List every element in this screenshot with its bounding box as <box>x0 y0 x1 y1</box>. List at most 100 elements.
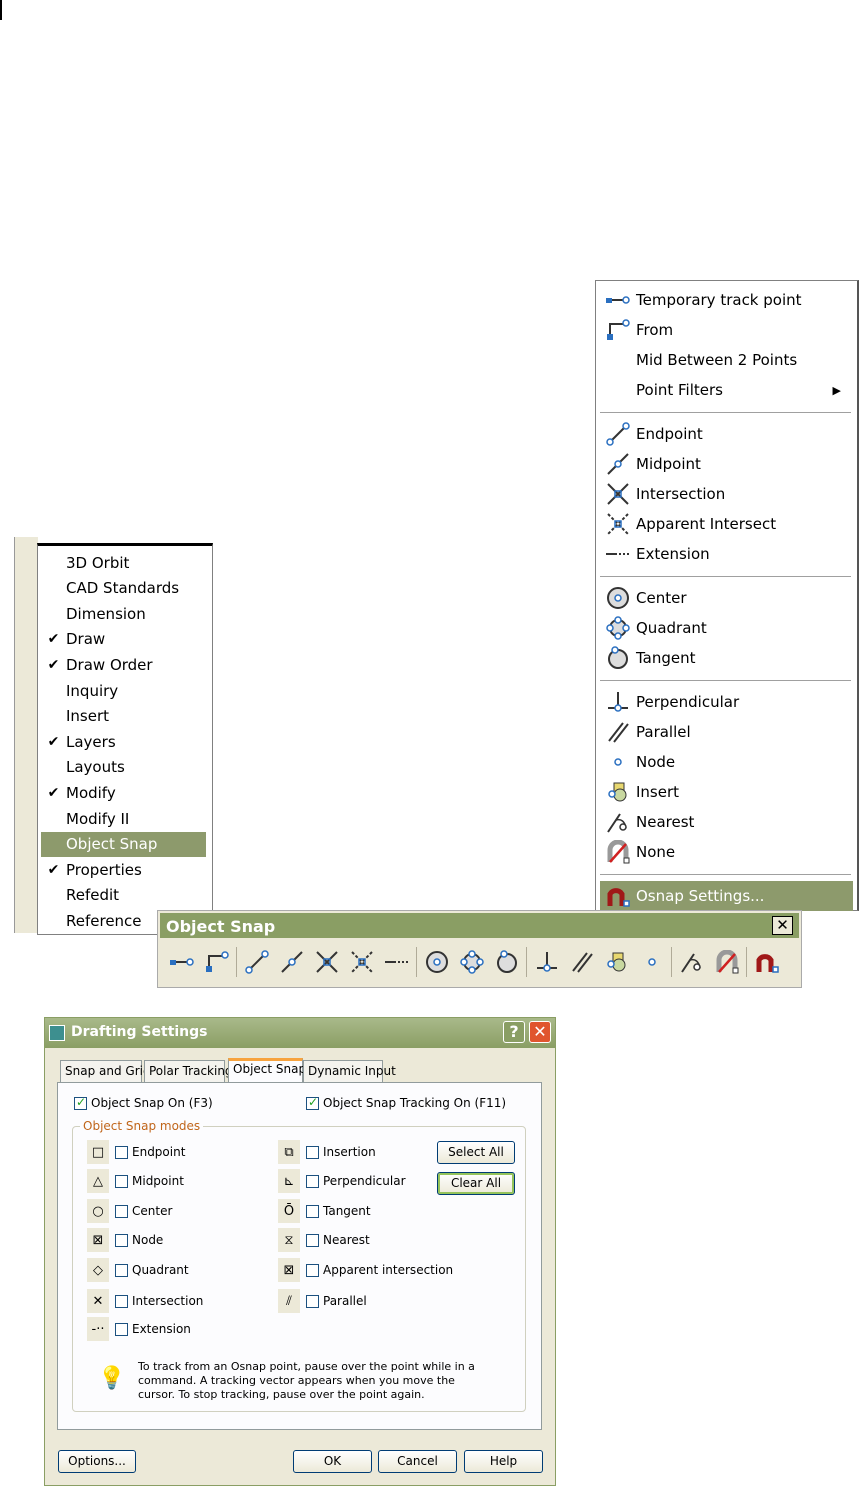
insert-icon <box>600 777 636 807</box>
endpoint-icon[interactable] <box>239 946 274 978</box>
tangent-icon[interactable] <box>489 946 524 978</box>
menu-item-endpoint[interactable]: Endpoint <box>600 419 853 449</box>
insert-icon[interactable] <box>599 946 634 978</box>
menu-item-midpoint[interactable]: Midpoint <box>600 449 853 479</box>
tangent-icon <box>600 643 636 673</box>
mode-apparent-intersection[interactable]: ⊠ Apparent intersection <box>278 1258 453 1282</box>
toolbar-menu-item-dimension[interactable]: Dimension <box>41 601 206 626</box>
checkbox[interactable] <box>74 1095 87 1110</box>
tab-dynamic-input[interactable]: Dynamic Input <box>303 1060 396 1082</box>
help-button[interactable]: Help <box>464 1450 543 1473</box>
menu-item-quadrant[interactable]: Quadrant <box>600 613 853 643</box>
checkbox[interactable] <box>115 1145 128 1159</box>
toolbar-menu-item-modify[interactable]: ✔ Modify <box>41 780 206 805</box>
toolbar-menu-item-properties[interactable]: ✔ Properties <box>41 857 206 882</box>
toolbar-menu-item-draw-order[interactable]: ✔ Draw Order <box>41 652 206 677</box>
checkbox[interactable] <box>115 1322 128 1336</box>
apparent-intersect-icon[interactable] <box>344 946 379 978</box>
help-icon[interactable]: ? <box>503 1021 525 1043</box>
menu-item-from[interactable]: From <box>600 315 853 345</box>
menu-item-tangent[interactable]: Tangent <box>600 643 853 673</box>
toolbar-menu-item-layouts[interactable]: Layouts <box>41 755 206 780</box>
checkbox[interactable] <box>306 1233 319 1247</box>
object-snap-on-checkbox[interactable]: Object Snap On (F3) <box>74 1095 213 1110</box>
menu-item-perpendicular[interactable]: Perpendicular <box>600 687 853 717</box>
menu-item-label: Tangent <box>636 649 696 667</box>
checkbox[interactable] <box>115 1263 128 1277</box>
checkbox[interactable] <box>306 1095 319 1110</box>
checkbox[interactable] <box>306 1263 319 1277</box>
menu-item-temporary-track-point[interactable]: Temporary track point <box>600 285 853 315</box>
close-icon[interactable]: ✕ <box>529 1021 551 1043</box>
checkbox[interactable] <box>306 1204 319 1218</box>
checkbox[interactable] <box>115 1294 128 1308</box>
mode-center[interactable]: ○ Center <box>87 1199 172 1223</box>
temporary-track-point-icon[interactable] <box>164 946 199 978</box>
mode-intersection[interactable]: ✕ Intersection <box>87 1289 203 1313</box>
extension-icon[interactable] <box>379 946 414 978</box>
menu-item-intersection[interactable]: Intersection <box>600 479 853 509</box>
mode-tangent[interactable]: Ō Tangent <box>278 1199 371 1223</box>
menu-item-nearest[interactable]: Nearest <box>600 807 853 837</box>
select-all-button[interactable]: Select All <box>437 1141 515 1164</box>
menu-item-osnap-settings[interactable]: Osnap Settings... <box>600 881 853 911</box>
toolbar-menu-item-cad-standards[interactable]: CAD Standards <box>41 576 206 601</box>
clear-all-button[interactable]: Clear All <box>437 1172 515 1195</box>
from-icon[interactable] <box>199 946 234 978</box>
mode-parallel[interactable]: ⫽ Parallel <box>278 1289 367 1313</box>
mode-endpoint[interactable]: □ Endpoint <box>87 1140 185 1164</box>
mode-perpendicular[interactable]: ⊾ Perpendicular <box>278 1169 406 1193</box>
tab-polar-tracking[interactable]: Polar Tracking <box>144 1060 233 1082</box>
menu-item-point-filters[interactable]: Point Filters ▶ <box>600 375 853 405</box>
center-icon[interactable] <box>419 946 454 978</box>
quadrant-marker-icon: ◇ <box>87 1258 109 1282</box>
menu-item-node[interactable]: Node <box>600 747 853 777</box>
menu-item-center[interactable]: Center <box>600 583 853 613</box>
blank-icon <box>600 345 636 375</box>
checkbox[interactable] <box>115 1204 128 1218</box>
cancel-button[interactable]: Cancel <box>378 1450 457 1473</box>
toolbar-menu-item-modify-ii[interactable]: Modify II <box>41 806 206 831</box>
parallel-icon[interactable] <box>564 946 599 978</box>
menu-item-none[interactable]: None <box>600 837 853 867</box>
none-icon[interactable] <box>709 946 744 978</box>
toolbar-title-bar[interactable]: Object Snap ✕ <box>158 911 801 940</box>
tracking-on-checkbox[interactable]: Object Snap Tracking On (F11) <box>306 1095 506 1110</box>
midpoint-icon[interactable] <box>274 946 309 978</box>
toolbar-menu-item-inquiry[interactable]: Inquiry <box>41 678 206 703</box>
options-button[interactable]: Options... <box>58 1450 136 1473</box>
toolbar-menu-item-layers[interactable]: ✔ Layers <box>41 729 206 754</box>
toolbar-menu-item-3d-orbit[interactable]: 3D Orbit <box>41 550 206 575</box>
mode-quadrant[interactable]: ◇ Quadrant <box>87 1258 189 1282</box>
menu-item-extension[interactable]: Extension <box>600 539 853 569</box>
checkmark-icon: ✔ <box>47 861 60 878</box>
toolbar-menu-item-draw[interactable]: ✔ Draw <box>41 627 206 652</box>
perpendicular-icon[interactable] <box>529 946 564 978</box>
checkbox[interactable] <box>306 1174 319 1188</box>
toolbar-menu-item-object-snap[interactable]: Object Snap <box>41 831 206 857</box>
intersection-icon[interactable] <box>309 946 344 978</box>
mode-insertion[interactable]: ⧉ Insertion <box>278 1140 376 1164</box>
node-icon[interactable] <box>634 946 669 978</box>
nearest-icon[interactable] <box>674 946 709 978</box>
mode-midpoint[interactable]: △ Midpoint <box>87 1169 184 1193</box>
checkbox[interactable] <box>115 1174 128 1188</box>
menu-item-parallel[interactable]: Parallel <box>600 717 853 747</box>
toolbar-menu-item-refedit[interactable]: Refedit <box>41 883 206 908</box>
checkbox[interactable] <box>306 1145 319 1159</box>
osnap-settings-icon[interactable] <box>749 946 784 978</box>
menu-item-apparent-intersect[interactable]: Apparent Intersect <box>600 509 853 539</box>
mode-nearest[interactable]: ⧖ Nearest <box>278 1228 370 1252</box>
menu-item-insert[interactable]: Insert <box>600 777 853 807</box>
checkbox[interactable] <box>115 1233 128 1247</box>
checkbox[interactable] <box>306 1294 319 1308</box>
close-icon[interactable]: ✕ <box>772 916 793 935</box>
quadrant-icon[interactable] <box>454 946 489 978</box>
tab-object-snap[interactable]: Object Snap <box>228 1058 306 1083</box>
mode-extension[interactable]: -·· Extension <box>87 1317 191 1341</box>
tab-snap-and-grid[interactable]: Snap and Grid <box>60 1060 151 1082</box>
mode-node[interactable]: ⊠ Node <box>87 1228 163 1252</box>
toolbar-menu-item-insert[interactable]: Insert <box>41 704 206 729</box>
menu-item-mid-between-2-points[interactable]: Mid Between 2 Points <box>600 345 853 375</box>
ok-button[interactable]: OK <box>293 1450 372 1473</box>
